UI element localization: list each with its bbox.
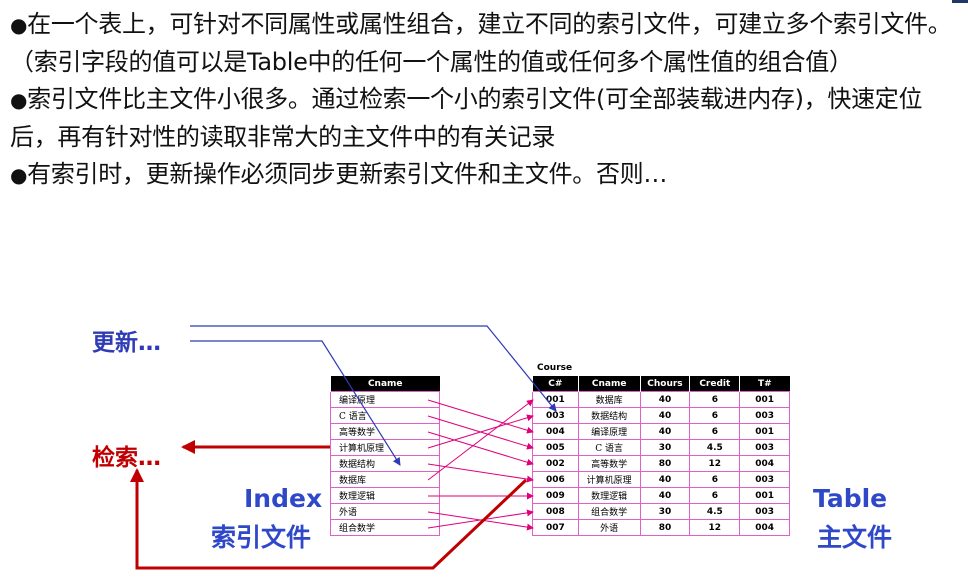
index-pointer-arrow	[427, 431, 534, 466]
update-arrow-to-main	[190, 325, 557, 412]
index-pointer-arrow	[427, 463, 534, 483]
retrieve-arrow-loop	[130, 468, 528, 570]
index-pointer-arrow	[427, 399, 534, 434]
index-pointer-arrow	[427, 399, 534, 481]
arrow-overlay	[130, 325, 557, 570]
index-pointer-arrows	[427, 399, 534, 531]
